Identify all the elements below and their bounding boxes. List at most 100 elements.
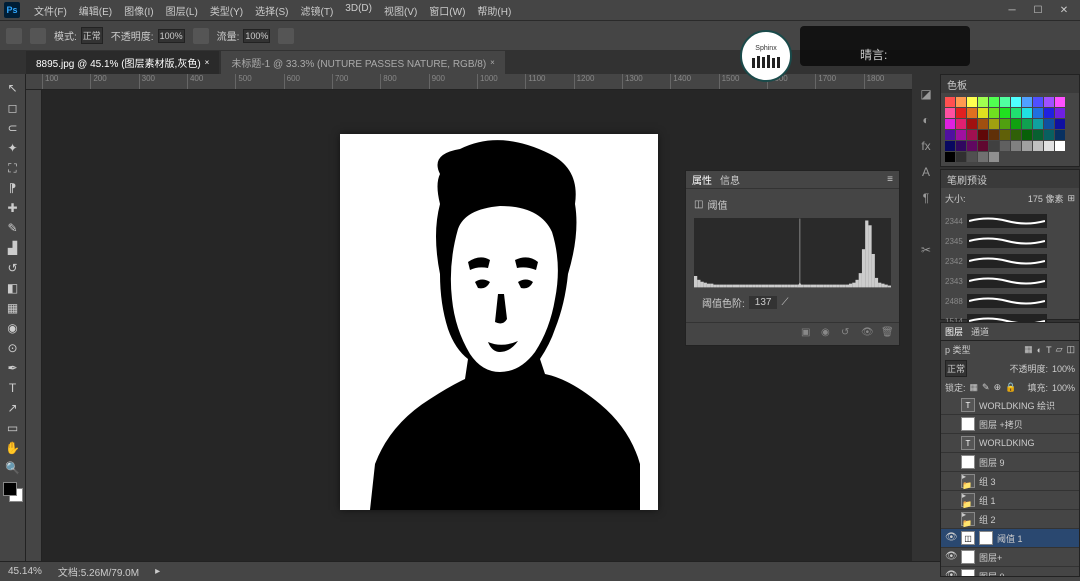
swatch[interactable]	[1022, 141, 1032, 151]
swatch[interactable]	[1055, 108, 1065, 118]
character-icon[interactable]: A	[916, 162, 936, 182]
filter-adjust-icon[interactable]: ◐	[1037, 345, 1042, 355]
menu-item[interactable]: 3D(D)	[339, 1, 378, 20]
swatch[interactable]	[967, 152, 977, 162]
swatch[interactable]	[945, 152, 955, 162]
heal-tool[interactable]: ✚	[2, 198, 24, 218]
document-tab[interactable]: 8895.jpg @ 45.1% (图层素材版,灰色)×	[26, 51, 219, 74]
opacity-value[interactable]: 100%	[1052, 364, 1075, 374]
menu-item[interactable]: 图层(L)	[160, 1, 204, 20]
visibility-icon[interactable]	[945, 513, 957, 525]
swatch[interactable]	[1033, 119, 1043, 129]
layer-row[interactable]: 图层 +拷贝	[941, 415, 1079, 434]
visibility-icon[interactable]	[945, 494, 957, 506]
swatch[interactable]	[967, 141, 977, 151]
filter-shape-icon[interactable]: ▱	[1056, 344, 1063, 355]
paragraph-icon[interactable]: ¶	[916, 188, 936, 208]
blend-mode-select[interactable]: 正常	[945, 360, 967, 377]
histogram-chart[interactable]	[694, 218, 891, 288]
swatch[interactable]	[1011, 108, 1021, 118]
status-chevron-icon[interactable]: ▸	[155, 566, 160, 577]
document-tab[interactable]: 未标题-1 @ 33.3% (NUTURE PASSES NATURE, RGB…	[221, 51, 505, 74]
swatch[interactable]	[967, 119, 977, 129]
brush-preset[interactable]: 2342	[943, 251, 1077, 271]
layer-row[interactable]: ▸📁组 3	[941, 472, 1079, 491]
swatch[interactable]	[1011, 97, 1021, 107]
swatch[interactable]	[1000, 130, 1010, 140]
swatch[interactable]	[978, 141, 988, 151]
layer-row[interactable]: 图层 9	[941, 453, 1079, 472]
swatch[interactable]	[1033, 141, 1043, 151]
swatch[interactable]	[989, 152, 999, 162]
brush-preset[interactable]: 2488	[943, 291, 1077, 311]
swatch[interactable]	[1033, 97, 1043, 107]
clip-icon[interactable]: ▣	[801, 327, 815, 341]
layer-kind[interactable]: p 类型	[945, 343, 971, 356]
swatch[interactable]	[967, 97, 977, 107]
opacity-input[interactable]: 100%	[158, 29, 185, 43]
close-tab-icon[interactable]: ×	[205, 58, 210, 67]
brush-toggle-icon[interactable]: ⊞	[1067, 193, 1075, 204]
visibility-icon[interactable]	[945, 399, 957, 411]
menu-item[interactable]: 文件(F)	[28, 1, 73, 20]
swatch[interactable]	[1044, 108, 1054, 118]
swatch[interactable]	[1000, 119, 1010, 129]
layer-row[interactable]: 👁图层+	[941, 548, 1079, 567]
filter-pixel-icon[interactable]: ▦	[1024, 344, 1033, 355]
swatch[interactable]	[1055, 130, 1065, 140]
swatch[interactable]	[1033, 130, 1043, 140]
swatch[interactable]	[1022, 130, 1032, 140]
pen-tool[interactable]: ✒	[2, 358, 24, 378]
swatch[interactable]	[967, 130, 977, 140]
layer-row[interactable]: ▸📁组 2	[941, 510, 1079, 529]
move-tool[interactable]: ↖	[2, 78, 24, 98]
swatch[interactable]	[1044, 119, 1054, 129]
channels-tab[interactable]: 通道	[971, 325, 989, 338]
flow-input[interactable]: 100%	[243, 29, 270, 43]
swatch[interactable]	[1011, 130, 1021, 140]
lock-pixel-icon[interactable]: ✎	[982, 382, 990, 393]
layer-row[interactable]: TWORLDKING	[941, 434, 1079, 453]
swatch[interactable]	[989, 141, 999, 151]
layer-row[interactable]: 👁图层 0	[941, 567, 1079, 576]
visibility-icon[interactable]	[945, 475, 957, 487]
swatch[interactable]	[1000, 141, 1010, 151]
fill-value[interactable]: 100%	[1052, 383, 1075, 393]
zoom-level[interactable]: 45.14%	[8, 566, 42, 577]
layer-row[interactable]: ▸📁组 1	[941, 491, 1079, 510]
shape-tool[interactable]: ▭	[2, 418, 24, 438]
layer-row[interactable]: 👁◫阈值 1	[941, 529, 1079, 548]
info-tab[interactable]: 信息	[720, 172, 740, 187]
swatch[interactable]	[945, 97, 955, 107]
threshold-slider-icon[interactable]: ⟋	[781, 297, 788, 308]
visibility-icon[interactable]	[945, 418, 957, 430]
swatch[interactable]	[1011, 141, 1021, 151]
swatch[interactable]	[1022, 119, 1032, 129]
swatch[interactable]	[956, 141, 966, 151]
swatch[interactable]	[1011, 119, 1021, 129]
swatch[interactable]	[978, 152, 988, 162]
swatch[interactable]	[967, 108, 977, 118]
delete-icon[interactable]: 🗑	[881, 327, 895, 341]
adjustments-icon[interactable]: ◐	[916, 110, 936, 130]
mode-select[interactable]: 正常	[81, 27, 103, 44]
visibility-icon[interactable]: 👁	[945, 532, 957, 544]
brush-picker-icon[interactable]	[30, 28, 46, 44]
menu-item[interactable]: 类型(Y)	[204, 1, 249, 20]
crop-tool[interactable]: ⛶	[2, 158, 24, 178]
visibility-icon[interactable]	[945, 456, 957, 468]
menu-item[interactable]: 帮助(H)	[471, 1, 517, 20]
zoom-tool[interactable]: 🔍	[2, 458, 24, 478]
menu-item[interactable]: 滤镜(T)	[295, 1, 340, 20]
brush-tool[interactable]: ✎	[2, 218, 24, 238]
visibility-icon[interactable]: 👁	[945, 551, 957, 563]
swatch[interactable]	[956, 119, 966, 129]
swatch[interactable]	[978, 97, 988, 107]
swatch[interactable]	[1055, 119, 1065, 129]
styles-icon[interactable]: fx	[916, 136, 936, 156]
minimize-button[interactable]: ─	[1000, 2, 1024, 18]
swatch[interactable]	[956, 108, 966, 118]
wand-tool[interactable]: ✦	[2, 138, 24, 158]
tools-icon[interactable]: ✂	[916, 240, 936, 260]
swatch[interactable]	[1033, 108, 1043, 118]
